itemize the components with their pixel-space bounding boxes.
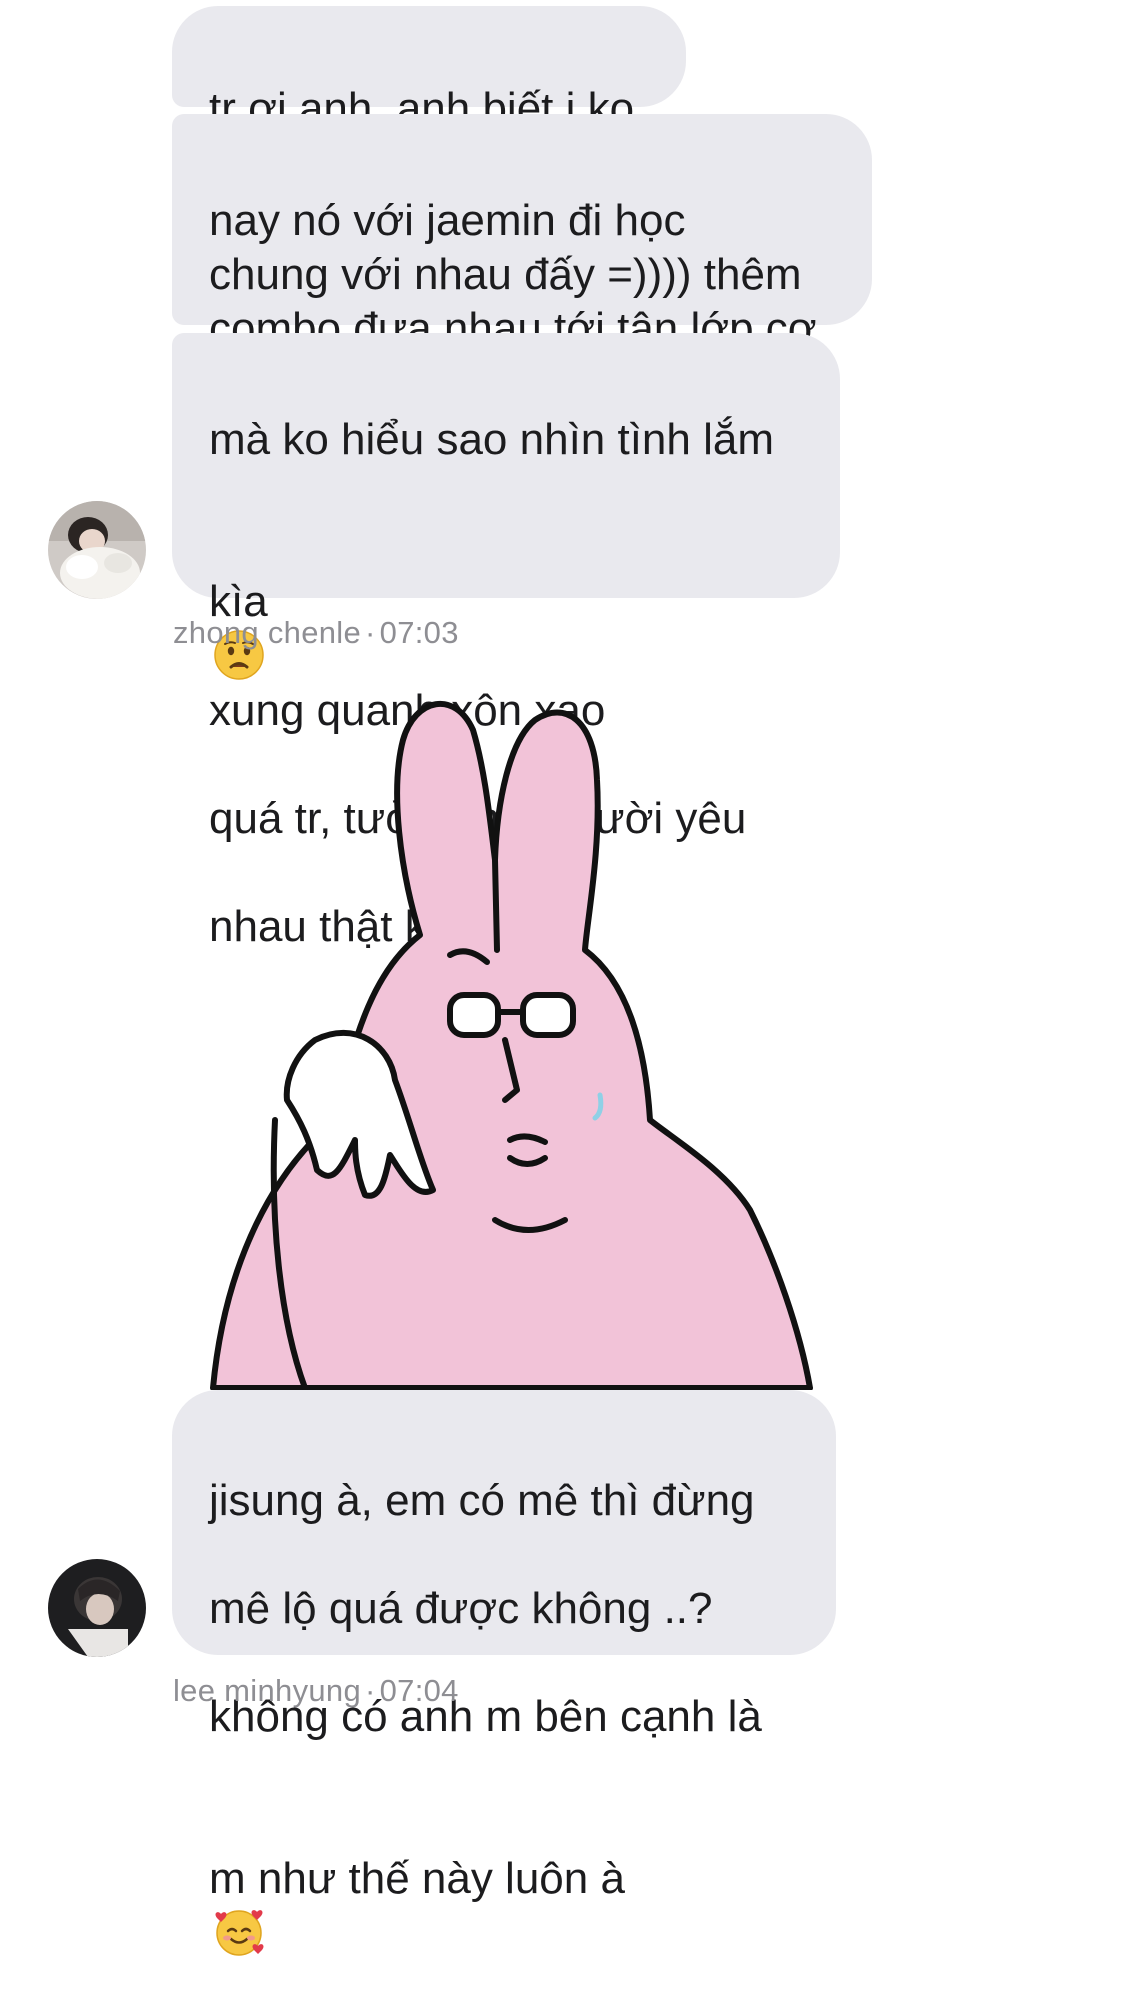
- ear-divider: [492, 857, 500, 953]
- rabbit-body: [210, 700, 813, 1390]
- message-bubble[interactable]: jisung à, em có mê thì đừng mê lộ quá đư…: [172, 1390, 836, 1956]
- avatar-image: [48, 1559, 146, 1657]
- glasses-right: [520, 992, 576, 1038]
- smiling-face-with-hearts-icon: [215, 1910, 264, 1956]
- timestamp: 07:03: [379, 615, 459, 650]
- message-bubble[interactable]: nay nó với jaemin đi học chung với nhau …: [172, 114, 872, 353]
- message-text-line: mê lộ quá được không ..?: [209, 1584, 713, 1633]
- pink-rabbit-sticker[interactable]: [205, 700, 825, 1390]
- timestamp: 07:04: [379, 1673, 459, 1708]
- sender-name: zhong chenle: [173, 615, 362, 650]
- avatar-image: [48, 501, 146, 599]
- message-text-line: m như thế này luôn à: [209, 1798, 796, 1961]
- message-meta: zhong chenle · 07:03: [173, 615, 459, 650]
- message-text-line: mà ko hiểu sao nhìn tình lắm: [209, 415, 774, 464]
- avatar-lee-minhyung[interactable]: [48, 1559, 146, 1657]
- message-text-line: jisung à, em có mê thì đừng: [209, 1476, 755, 1525]
- message-meta: lee minhyung · 07:04: [173, 1673, 459, 1708]
- message-bubble[interactable]: tr ơi anh, anh biết j ko: [172, 6, 686, 133]
- glasses-left: [447, 992, 501, 1038]
- message-text: nay nó với jaemin đi học chung với nhau …: [209, 196, 817, 353]
- avatar-zhong-chenle[interactable]: [48, 501, 146, 599]
- message-bubble[interactable]: mà ko hiểu sao nhìn tình lắm kìa xung qu…: [172, 333, 840, 951]
- sender-name: lee minhyung: [173, 1673, 361, 1708]
